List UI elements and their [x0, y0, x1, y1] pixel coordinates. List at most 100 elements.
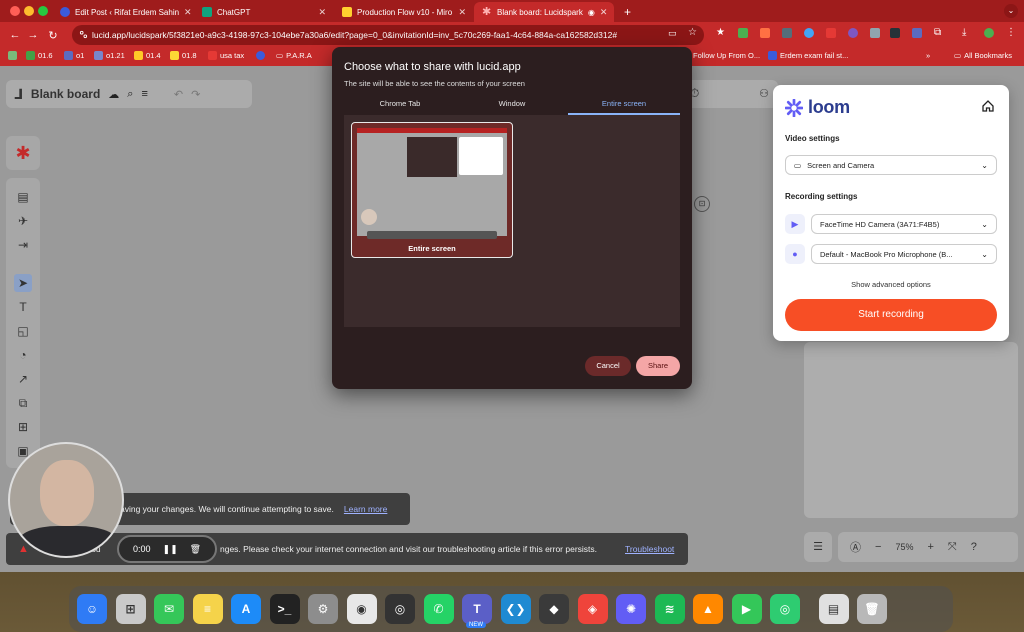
dock-app-system-settings-icon[interactable]: ⚙	[308, 594, 338, 624]
extension-icon[interactable]	[782, 28, 792, 38]
close-window-button[interactable]	[10, 6, 20, 16]
comment-icon[interactable]: ⊡	[694, 196, 710, 212]
new-tab-button[interactable]: +	[616, 2, 636, 22]
close-tab-icon[interactable]: ✕	[458, 7, 466, 18]
dock-app-terminal-icon[interactable]: >_	[269, 594, 300, 624]
undo-icon[interactable]: ↶	[174, 88, 183, 101]
extension-icon[interactable]	[760, 28, 770, 38]
microphone-select[interactable]: Default - MacBook Pro Microphone (B... ⌄	[811, 244, 997, 264]
help-icon[interactable]: ?	[971, 541, 977, 553]
menu-kebab-icon[interactable]: ⋮	[1006, 28, 1016, 38]
all-bookmarks-folder[interactable]: ▭ All Bookmarks	[954, 51, 1012, 60]
extensions-puzzle-icon[interactable]: ⧉	[934, 28, 944, 38]
profile-avatar[interactable]	[984, 28, 994, 38]
dock-app-obs-icon[interactable]: ◎	[385, 594, 415, 624]
tab-chatgpt[interactable]: ChatGPT ✕	[194, 2, 334, 22]
dock-app-anydesk-icon[interactable]: ◈	[577, 594, 608, 624]
entire-screen-thumbnail[interactable]: Entire screen	[351, 122, 513, 258]
line-tool-icon[interactable]: ↗	[14, 370, 32, 388]
dock-app-launchpad-icon[interactable]: ⊞	[115, 594, 146, 624]
bookmark-item[interactable]: o1	[64, 51, 84, 60]
bookmark-item[interactable]: 01.8	[170, 51, 197, 60]
select-tool-icon[interactable]: ➤	[14, 274, 32, 292]
dock-app-find-my-icon[interactable]: ◎	[770, 594, 800, 624]
dock-app-vscode-icon[interactable]: ❮❯	[500, 594, 531, 624]
tab-entire-screen[interactable]: Entire screen	[568, 99, 680, 115]
tab-window[interactable]: Window	[456, 99, 568, 115]
dock-app-preview-icon[interactable]: ▤	[818, 594, 849, 624]
dock-app-notes-icon[interactable]: ≡	[192, 594, 223, 624]
menu-icon[interactable]: ≡	[141, 88, 147, 100]
tab-miro[interactable]: Production Flow v10 - Miro ✕	[334, 2, 474, 22]
cancel-button[interactable]: Cancel	[585, 356, 631, 376]
microphone-toggle[interactable]: ●	[785, 244, 805, 264]
bookmark-item[interactable]: Follow Up From O...	[693, 51, 760, 60]
dock-app-vlc-icon[interactable]: ▲	[693, 594, 723, 624]
zoom-window-button[interactable]	[38, 6, 48, 16]
redo-icon[interactable]: ↷	[191, 88, 200, 101]
dock-app-davinci-resolve-icon[interactable]: ◆	[539, 594, 569, 624]
reload-icon[interactable]: ↻	[44, 29, 62, 42]
show-advanced-options-link[interactable]: Show advanced options	[773, 280, 1009, 289]
dock-app-chrome-icon[interactable]: ◉	[346, 594, 377, 624]
webcam-bubble[interactable]	[8, 442, 124, 558]
lucid-logo-icon[interactable]: ⅃	[14, 86, 23, 103]
bookmark-item[interactable]	[256, 51, 265, 60]
bookmark-item[interactable]: 01.6	[26, 51, 53, 60]
download-icon[interactable]: ⤓	[962, 28, 972, 38]
starred-extension-icon[interactable]: ★	[716, 28, 726, 38]
tab-search-button[interactable]: ⌄	[1004, 4, 1018, 18]
extension-icon[interactable]	[848, 28, 858, 38]
bookmark-folder[interactable]: ▭ P.A.R.A	[276, 51, 312, 60]
bookmark-item[interactable]: o1.21	[94, 51, 125, 60]
extension-icon[interactable]	[870, 28, 880, 38]
lucid-asterisk-button[interactable]: ✱	[6, 136, 40, 170]
shapes-icon[interactable]: ◔	[14, 346, 32, 364]
start-recording-button[interactable]: Start recording	[785, 299, 997, 331]
site-info-icon[interactable]	[79, 30, 88, 39]
cloud-offline-icon[interactable]: ☁	[108, 88, 119, 101]
troubleshoot-link[interactable]: Troubleshoot	[625, 544, 674, 554]
camera-toggle[interactable]: ▶	[785, 214, 805, 234]
video-mode-select[interactable]: ▭ Screen and Camera ⌄	[785, 155, 997, 175]
home-icon[interactable]	[981, 99, 995, 113]
extension-icon[interactable]	[912, 28, 922, 38]
camera-select[interactable]: FaceTime HD Camera (3A71:F4B5) ⌄	[811, 214, 997, 234]
camera-in-use-icon[interactable]: ▭	[668, 28, 677, 39]
frame-icon[interactable]: ⧉	[14, 394, 32, 412]
tab-lucidspark[interactable]: ✱ Blank board: Lucidspark ◉ ✕	[474, 2, 614, 22]
tab-edit-post[interactable]: Edit Post ‹ Rifat Erdem Sahin ✕	[52, 2, 194, 22]
minimize-window-button[interactable]	[24, 6, 34, 16]
extension-icon[interactable]	[890, 28, 900, 38]
search-icon[interactable]: ⌕	[127, 88, 133, 101]
bookmark-item[interactable]: 01.4	[134, 51, 161, 60]
share-button[interactable]: Share	[636, 356, 680, 376]
more-bookmarks-button[interactable]: »	[926, 51, 930, 60]
dock-app-whatsapp-icon[interactable]: ✆	[423, 594, 454, 624]
dock-app-finder-icon[interactable]: ☺	[77, 594, 107, 624]
pause-icon[interactable]: ❚❚	[163, 544, 178, 555]
text-tool-icon[interactable]: T	[14, 298, 32, 316]
accessibility-icon[interactable]: Ⓐ	[850, 539, 861, 555]
extension-icon[interactable]	[804, 28, 814, 38]
forward-arrow-icon[interactable]: →	[24, 29, 42, 41]
dock-app-messages-icon[interactable]: ✉	[154, 594, 184, 624]
board-title[interactable]: Blank board	[31, 87, 100, 101]
close-tab-icon[interactable]: ✕	[318, 7, 326, 18]
bookmark-star-icon[interactable]: ☆	[688, 27, 697, 38]
import-icon[interactable]: ⇥	[14, 236, 32, 254]
table-icon[interactable]: ⊞	[14, 418, 32, 436]
zoom-level[interactable]: 75%	[895, 542, 913, 552]
dock-app-facetime-icon[interactable]: ▶	[731, 594, 762, 624]
close-tab-icon[interactable]: ✕	[184, 7, 192, 18]
close-tab-icon[interactable]: ✕	[600, 7, 608, 18]
templates-icon[interactable]: ▤	[14, 188, 32, 206]
list-view-icon[interactable]: ☰	[804, 532, 832, 562]
dock-app-loom-icon[interactable]: ✺	[616, 594, 646, 624]
rocket-icon[interactable]: ✈	[14, 212, 32, 230]
extension-icon[interactable]	[738, 28, 748, 38]
tab-chrome-tab[interactable]: Chrome Tab	[344, 99, 456, 115]
trash-icon[interactable]: 🗑	[190, 544, 201, 555]
address-bar[interactable]: lucid.app/lucidspark/5f3821e0-a9c3-4198-…	[72, 25, 704, 45]
dock-app-teams-icon[interactable]: T NEW	[462, 594, 492, 628]
